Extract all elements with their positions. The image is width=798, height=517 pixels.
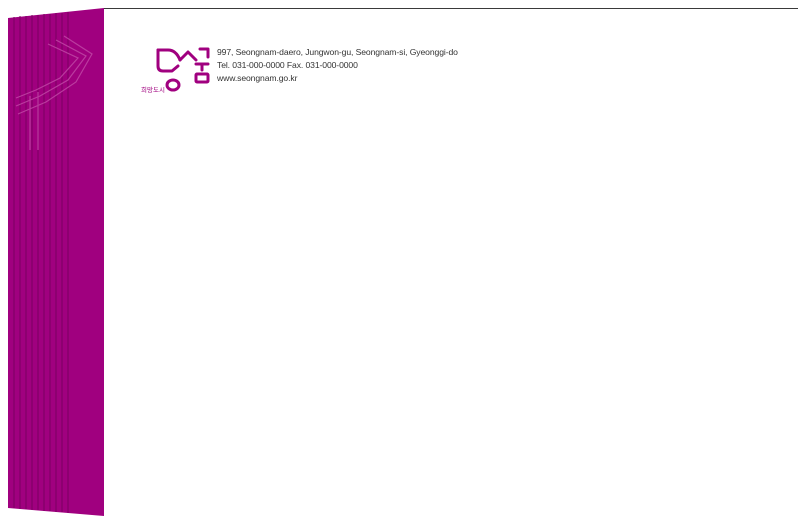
- website-link[interactable]: www.seongnam.go.kr: [217, 72, 458, 85]
- envelope-flap-edge: [8, 8, 104, 516]
- sender-address: 997, Seongnam-daero, Jungwon-gu, Seongna…: [217, 46, 458, 85]
- phone-fax: Tel. 031-000-0000 Fax. 031-000-0000: [217, 60, 358, 70]
- logo-slogan: 희망도시: [141, 85, 165, 94]
- street-address: 997, Seongnam-daero, Jungwon-gu, Seongna…: [217, 47, 458, 57]
- city-logo: 희망도시: [141, 47, 210, 94]
